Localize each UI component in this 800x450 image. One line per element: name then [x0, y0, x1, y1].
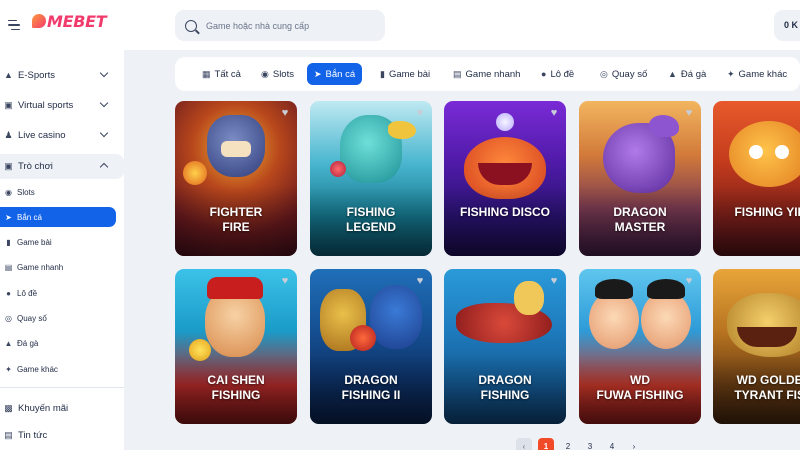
tab-other-games[interactable]: ✦ Game khác	[720, 63, 794, 85]
game-title: FISHING YILU	[734, 205, 800, 219]
balance-display[interactable]: 0 K	[774, 10, 800, 41]
prev-page-button[interactable]: ‹	[516, 438, 532, 450]
sidebar-item-esports[interactable]: ▲ E-Sports	[0, 63, 124, 87]
sidebar: ▲ E-Sports ▣ Virtual sports ♟ Live casin…	[0, 50, 124, 450]
sidebar-subitem-slots[interactable]: ◉ Slots	[0, 182, 116, 202]
game-title: FISHING LEGEND	[345, 205, 396, 234]
tab-dial[interactable]: ◎ Quay số	[593, 63, 654, 85]
tab-fast-games[interactable]: ▤ Game nhanh	[446, 63, 527, 85]
fast-game-icon: ▤	[453, 68, 462, 79]
sidebar-subitem-dial[interactable]: ◎ Quay số	[0, 308, 116, 328]
game-title: CAI SHEN FISHING	[207, 373, 265, 402]
heart-icon[interactable]: ♥	[683, 107, 695, 119]
tab-lottery[interactable]: ● Lô đề	[534, 63, 581, 85]
sidebar-subitem-other-games[interactable]: ✦ Game khác	[0, 359, 116, 379]
category-tabs: ▦ Tất cả ◉ Slots ➤ Bắn cá ▮ Game bài ▤ Game n…	[175, 57, 800, 91]
virtual-sports-icon: ▣	[4, 99, 13, 110]
pagination: ‹ 1 2 3 4 ›	[516, 438, 642, 450]
game-card-fishing-disco[interactable]: ♥ FISHING DISCO	[444, 101, 566, 256]
lottery-ball-icon: ●	[541, 69, 547, 79]
card-shade	[444, 186, 566, 256]
search-icon	[185, 19, 197, 32]
logo-mark-icon	[32, 14, 46, 28]
news-icon: ▤	[4, 429, 13, 440]
sidebar-divider	[0, 387, 124, 388]
chevron-up-icon	[100, 161, 108, 169]
game-card-dragon-fishing-ii[interactable]: ♥ DRAGON FISHING II	[310, 269, 432, 424]
gamepad-icon: ▲	[4, 70, 13, 80]
tab-cockfight[interactable]: ▲ Đá gà	[661, 63, 713, 85]
chevron-down-icon	[100, 130, 108, 138]
heart-icon[interactable]: ♥	[414, 107, 426, 119]
page-button-2[interactable]: 2	[560, 438, 576, 450]
tab-slots[interactable]: ◉ Slots	[254, 63, 301, 85]
game-title: DRAGON FISHING	[478, 373, 532, 402]
game-card-wd-fuwa-fishing[interactable]: ♥ WD FUWA FISHING	[579, 269, 701, 424]
live-casino-icon: ♟	[4, 129, 13, 140]
game-title: DRAGON MASTER	[613, 205, 667, 234]
sidebar-subitem-cockfight[interactable]: ▲ Đá gà	[0, 333, 116, 353]
page-button-3[interactable]: 3	[582, 438, 598, 450]
heart-icon[interactable]: ♥	[548, 275, 560, 287]
cards-icon: ▮	[380, 68, 385, 79]
slots-icon: ◉	[261, 68, 269, 79]
top-bar: MEBET 0 K	[0, 0, 800, 50]
fish-icon: ➤	[5, 212, 12, 222]
sidebar-item-virtual-sports[interactable]: ▣ Virtual sports	[0, 93, 124, 117]
cockfight-icon: ▲	[4, 338, 13, 348]
heart-icon[interactable]: ♥	[414, 275, 426, 287]
page-button-1[interactable]: 1	[538, 438, 554, 450]
game-title: WD FUWA FISHING	[596, 373, 684, 402]
fish-icon: ➤	[314, 68, 322, 79]
heart-icon[interactable]: ♥	[279, 107, 291, 119]
games-icon: ▣	[4, 161, 13, 171]
heart-icon[interactable]: ♥	[548, 107, 560, 119]
other-games-icon: ✦	[5, 364, 12, 374]
grid-icon: ▦	[202, 68, 211, 79]
game-card-wd-golden-tyrant-fish[interactable]: ♥ WD GOLDEN TYRANT FISH	[713, 269, 800, 424]
promo-icon: ▩	[4, 402, 13, 413]
tab-all[interactable]: ▦ Tất cả	[195, 63, 248, 85]
slots-icon: ◉	[5, 187, 12, 197]
card-shade	[713, 186, 800, 256]
tab-fishing[interactable]: ➤ Bắn cá	[307, 63, 363, 85]
game-card-fighter-fire[interactable]: ♥ FIGHTER FIRE	[175, 101, 297, 256]
game-card-fishing-yilu[interactable]: ♥ FISHING YILU	[713, 101, 800, 256]
brand-logo[interactable]: MEBET	[32, 12, 107, 31]
sidebar-subitem-fast-games[interactable]: ▤ Game nhanh	[0, 257, 116, 277]
game-title: FISHING DISCO	[459, 205, 550, 219]
game-card-dragon-master[interactable]: ♥ DRAGON MASTER	[579, 101, 701, 256]
game-card-cai-shen-fishing[interactable]: ♥ CAI SHEN FISHING	[175, 269, 297, 424]
chevron-down-icon	[100, 70, 108, 78]
next-page-button[interactable]: ›	[626, 438, 642, 450]
sidebar-item-games[interactable]: ▣ Trò chơi	[0, 154, 124, 179]
game-title: WD GOLDEN TYRANT FISH	[734, 373, 800, 402]
sidebar-subitem-fishing[interactable]: ➤ Bắn cá	[0, 207, 116, 227]
tab-card-games[interactable]: ▮ Game bài	[373, 63, 437, 85]
menu-icon[interactable]	[4, 15, 24, 35]
search-box[interactable]	[175, 10, 385, 41]
fast-game-icon: ▤	[4, 262, 13, 272]
sidebar-subitem-lottery[interactable]: ● Lô đề	[0, 283, 116, 303]
dial-icon: ◎	[5, 313, 12, 323]
sidebar-item-news[interactable]: ▤ Tin tức	[0, 423, 124, 447]
sidebar-item-live-casino[interactable]: ♟ Live casino	[0, 123, 124, 147]
game-title: FIGHTER FIRE	[209, 205, 263, 234]
chevron-down-icon	[100, 100, 108, 108]
search-input[interactable]	[206, 20, 376, 31]
game-title: DRAGON FISHING II	[341, 373, 401, 402]
sidebar-item-promotions[interactable]: ▩ Khuyến mãi	[0, 396, 124, 420]
dial-icon: ◎	[600, 68, 608, 79]
game-card-dragon-fishing[interactable]: ♥ DRAGON FISHING	[444, 269, 566, 424]
other-games-icon: ✦	[727, 68, 735, 79]
lottery-ball-icon: ●	[6, 288, 11, 298]
sidebar-subitem-card-games[interactable]: ▮ Game bài	[0, 232, 116, 252]
heart-icon[interactable]: ♥	[279, 275, 291, 287]
cockfight-icon: ▲	[668, 69, 677, 79]
page-button-4[interactable]: 4	[604, 438, 620, 450]
game-card-fishing-legend[interactable]: ♥ FISHING LEGEND	[310, 101, 432, 256]
heart-icon[interactable]: ♥	[683, 275, 695, 287]
cards-icon: ▮	[6, 237, 11, 247]
